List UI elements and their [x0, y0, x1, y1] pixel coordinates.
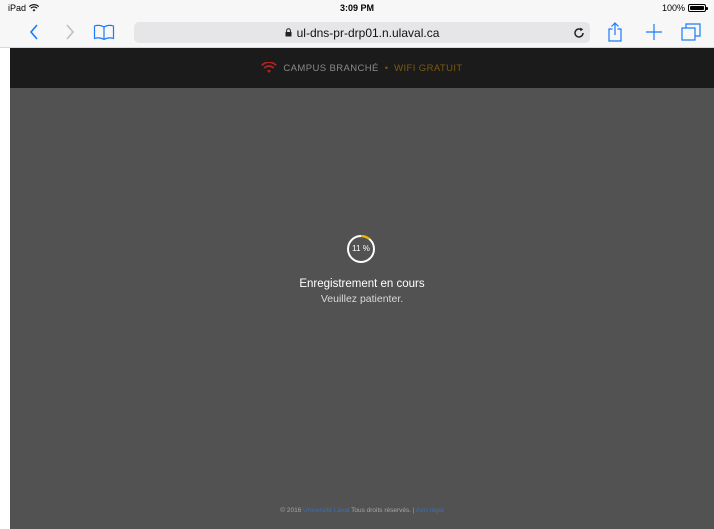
- browser-toolbar: ul-dns-pr-drp01.n.ulaval.ca: [0, 16, 714, 48]
- tabs-button[interactable]: [680, 22, 702, 42]
- status-bar: iPad 3:09 PM 100%: [0, 0, 714, 16]
- brand-name: CAMPUS BRANCHÉ: [283, 62, 379, 74]
- footer-copyright: © 2016: [280, 507, 302, 514]
- status-time: 3:09 PM: [339, 3, 374, 13]
- tabs-icon: [681, 23, 701, 41]
- progress-indicator: 11 %: [346, 234, 376, 264]
- status-submessage: Veuillez patienter.: [320, 293, 404, 305]
- brand-tagline: WIFI GRATUIT: [394, 62, 463, 74]
- page-footer: © 2016 Université Laval Tous droits rése…: [10, 507, 714, 514]
- battery-icon: [688, 4, 708, 12]
- status-right: 100%: [661, 3, 708, 13]
- book-icon: [93, 24, 115, 40]
- legal-notice-link[interactable]: Avis légal: [416, 507, 444, 514]
- university-link[interactable]: Université Laval: [303, 507, 349, 514]
- progress-label: 11 %: [352, 244, 370, 253]
- bookmarks-button[interactable]: [92, 22, 116, 42]
- plus-icon: [646, 24, 662, 40]
- share-icon: [608, 22, 622, 42]
- forward-button[interactable]: [60, 22, 80, 42]
- status-message: Enregistrement en cours: [299, 278, 425, 290]
- chevron-right-icon: [66, 24, 75, 40]
- lock-icon: [285, 28, 292, 37]
- footer-separator: |: [412, 507, 415, 514]
- battery-percent: 100%: [661, 3, 685, 13]
- brand-separator: •: [384, 62, 389, 74]
- chevron-left-icon: [29, 24, 38, 40]
- web-page: CAMPUS BRANCHÉ • WIFI GRATUIT 11 % Enreg…: [10, 48, 714, 529]
- new-tab-button[interactable]: [643, 22, 665, 42]
- wifi-logo-icon: [261, 62, 278, 73]
- reload-icon[interactable]: [572, 26, 586, 40]
- back-button[interactable]: [24, 22, 44, 42]
- site-header: CAMPUS BRANCHÉ • WIFI GRATUIT: [10, 48, 714, 88]
- url-text: ul-dns-pr-drp01.n.ulaval.ca: [296, 25, 440, 40]
- share-button[interactable]: [604, 22, 626, 42]
- footer-rights: Tous droits réservés.: [351, 507, 412, 514]
- address-bar[interactable]: ul-dns-pr-drp01.n.ulaval.ca: [134, 22, 590, 43]
